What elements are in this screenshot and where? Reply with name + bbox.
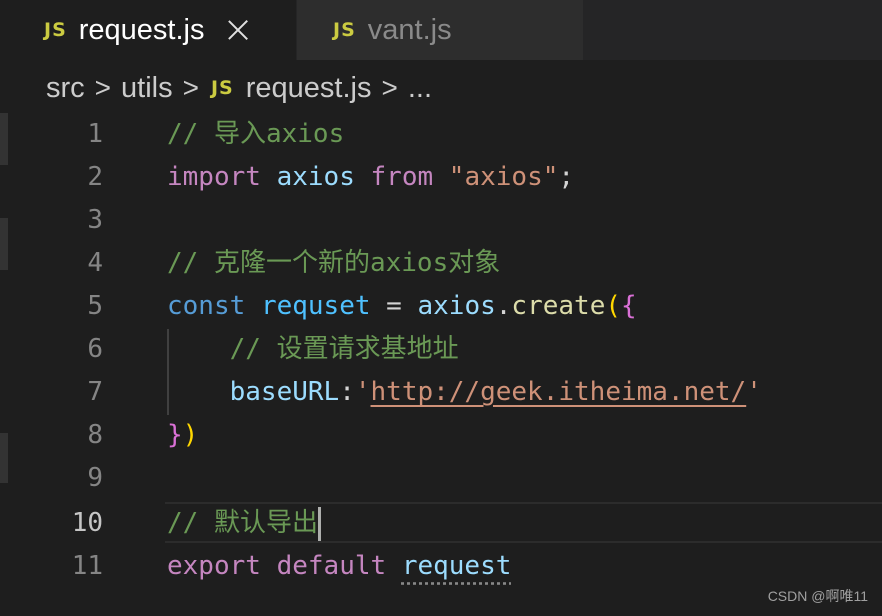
chevron-right-icon: >	[182, 72, 199, 103]
breadcrumb-item-utils[interactable]: utils	[121, 72, 173, 105]
property-baseurl: baseURL	[229, 377, 340, 407]
code-comment: // 克隆一个新的axios对象	[167, 248, 501, 278]
line-number: 10	[71, 508, 103, 538]
js-file-icon: JS	[44, 19, 67, 41]
line-number: 2	[87, 162, 103, 192]
breadcrumb-item-symbols[interactable]: ...	[408, 72, 432, 105]
string-literal: "axios"	[448, 162, 559, 192]
code-comment: // 设置请求基地址	[229, 334, 459, 364]
code-line[interactable]: 8 })	[0, 414, 882, 457]
line-number: 7	[87, 377, 103, 407]
dot: .	[495, 291, 512, 321]
identifier-requset: requset	[260, 291, 371, 321]
brace-close: }	[167, 420, 183, 450]
js-file-icon: JS	[210, 77, 234, 99]
keyword-import: import	[167, 162, 261, 192]
line-number: 5	[87, 291, 103, 321]
code-line[interactable]: 9	[0, 457, 882, 500]
operator-assign: =	[370, 291, 418, 321]
breadcrumb: src > utils > JS request.js > ...	[46, 66, 432, 110]
identifier-request: request	[401, 551, 512, 581]
quote: '	[354, 377, 371, 407]
code-line[interactable]: 7 baseURL:'http://geek.itheima.net/'	[0, 371, 882, 414]
line-number: 6	[87, 334, 103, 364]
code-line[interactable]: 11 export default request	[0, 545, 882, 588]
code-line[interactable]: 3	[0, 199, 882, 242]
breadcrumb-item-file[interactable]: request.js	[246, 72, 372, 105]
watermark: CSDN @啊唯11	[767, 588, 868, 604]
function-create: create	[511, 291, 606, 321]
tab-label: vant.js	[367, 13, 452, 46]
line-number: 11	[71, 551, 103, 581]
identifier-axios: axios	[417, 291, 496, 321]
line-number: 1	[87, 119, 103, 149]
line-number: 3	[87, 205, 103, 235]
line-number: 4	[87, 248, 103, 278]
url-link[interactable]: http://geek.itheima.net/	[371, 377, 747, 407]
code-line[interactable]: 2 import axios from "axios";	[0, 156, 882, 199]
identifier-axios: axios	[276, 162, 355, 192]
code-line[interactable]: 5 const requset = axios.create({	[0, 285, 882, 328]
code-line[interactable]: 4 // 克隆一个新的axios对象	[0, 242, 882, 285]
tab-vant-js[interactable]: JS vant.js	[297, 0, 583, 60]
keyword-const: const	[167, 291, 246, 321]
tab-label: request.js	[78, 13, 205, 46]
paren-close: )	[182, 420, 199, 450]
semicolon: ;	[558, 162, 575, 192]
keyword-export: export	[167, 551, 261, 581]
code-line[interactable]: 6 // 设置请求基地址	[0, 328, 882, 371]
code-comment: // 默认导出	[167, 508, 318, 538]
keyword-from: from	[370, 162, 434, 192]
chevron-right-icon: >	[381, 72, 398, 103]
text-cursor	[317, 506, 321, 541]
quote: '	[746, 377, 762, 407]
code-line[interactable]: 1 // 导入axios	[0, 113, 882, 156]
code-line-current[interactable]: 10 // 默认导出	[0, 502, 882, 545]
close-icon[interactable]	[227, 19, 249, 41]
paren-open: (	[605, 291, 621, 321]
line-number: 9	[87, 463, 103, 493]
js-file-icon: JS	[333, 19, 356, 41]
chevron-right-icon: >	[94, 72, 112, 103]
keyword-default: default	[276, 551, 387, 581]
line-number: 8	[87, 420, 103, 450]
tab-bar: JS request.js JS vant.js	[0, 0, 882, 60]
breadcrumb-item-src[interactable]: src	[46, 72, 85, 105]
colon: :	[339, 377, 355, 407]
code-comment: // 导入axios	[167, 119, 345, 149]
brace-open: {	[621, 291, 637, 321]
tab-request-js[interactable]: JS request.js	[0, 0, 296, 60]
